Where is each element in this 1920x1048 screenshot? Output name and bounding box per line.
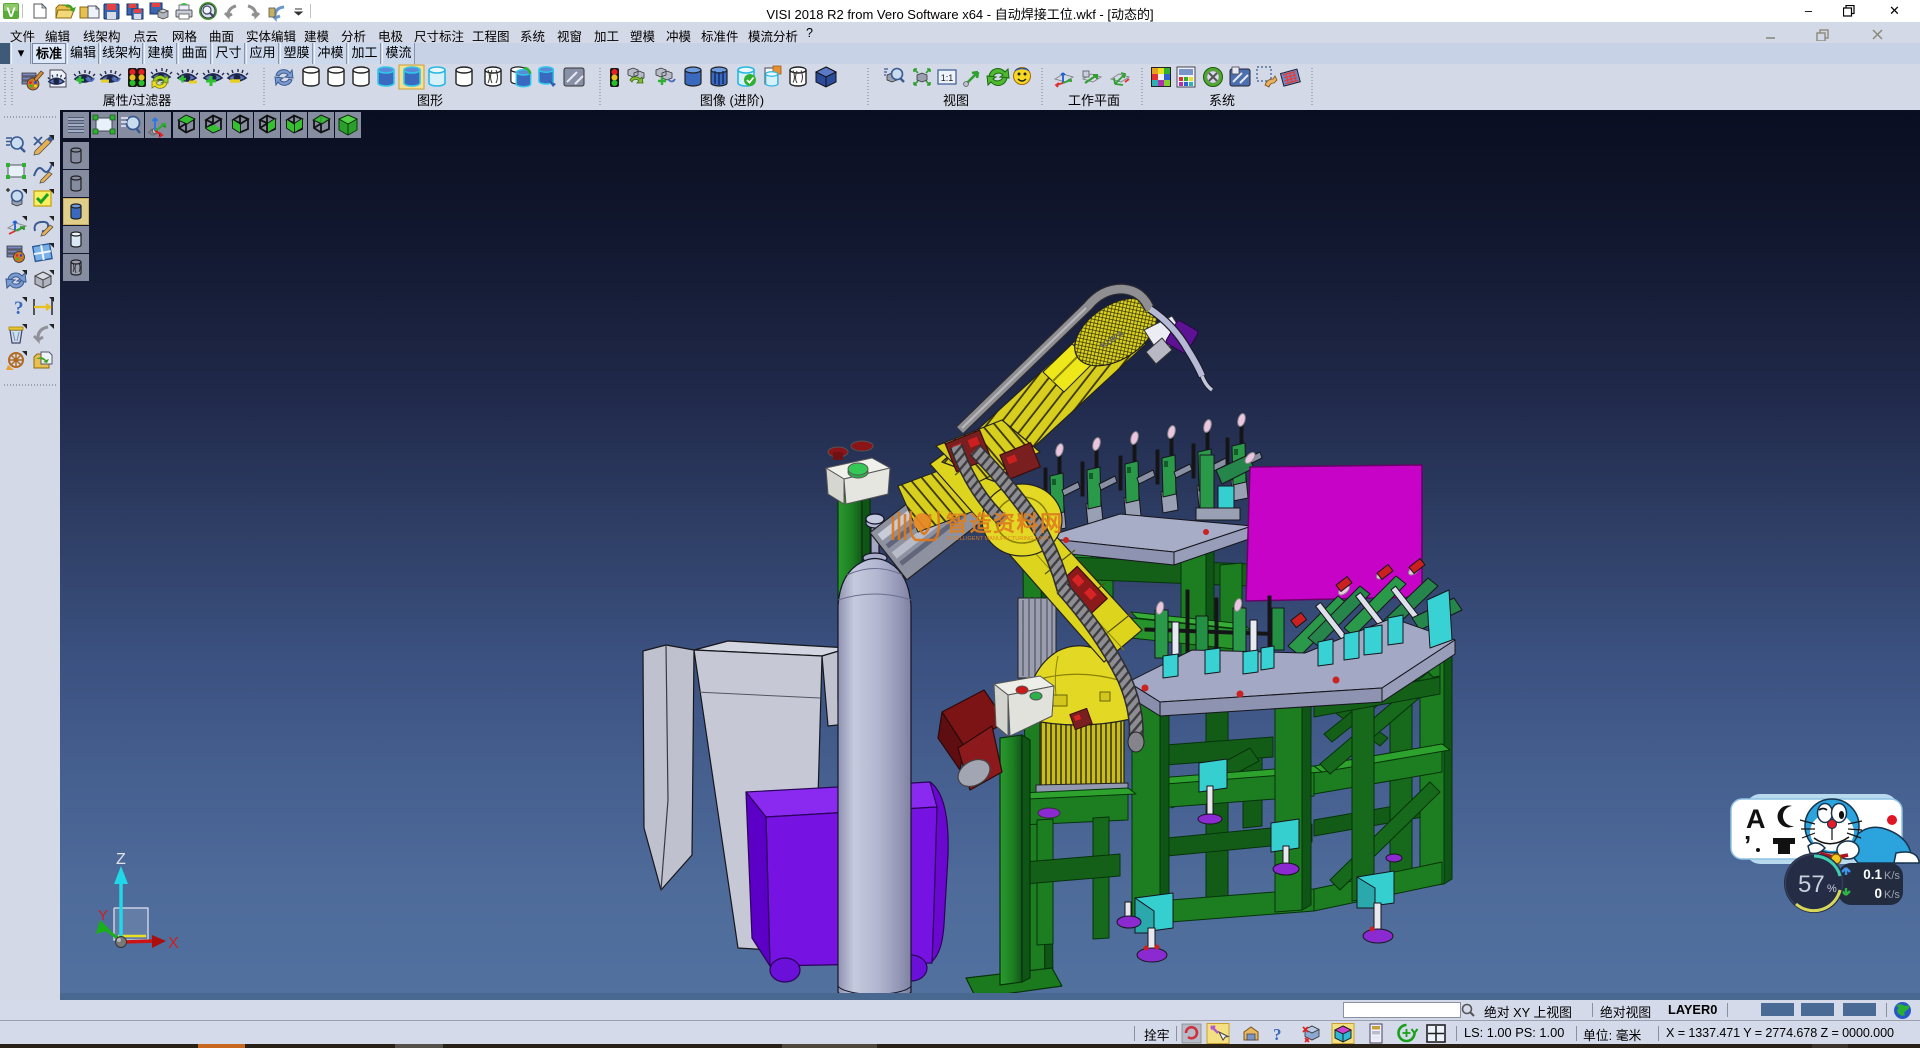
svg-text:工作平面: 工作平面 <box>1068 93 1120 108</box>
svg-text:?: ? <box>1273 1025 1282 1044</box>
svg-text:K/s: K/s <box>1884 870 1900 882</box>
svg-text:1:1: 1:1 <box>941 73 954 83</box>
svg-text:’: ’ <box>1744 830 1751 860</box>
svg-text:图像 (进阶): 图像 (进阶) <box>700 93 764 108</box>
svg-text:0: 0 <box>1874 886 1882 901</box>
svg-text:X: X <box>168 935 179 952</box>
svg-text:K/s: K/s <box>1884 889 1900 901</box>
svg-text:属性/过滤器: 属性/过滤器 <box>103 93 172 108</box>
svg-text:0.1: 0.1 <box>1863 867 1882 882</box>
svg-text:图形: 图形 <box>417 93 443 108</box>
svg-text:%: % <box>1827 883 1837 895</box>
svg-text:智造资料网: 智造资料网 <box>946 511 1064 536</box>
svg-text:Y: Y <box>98 907 108 924</box>
svg-text:57: 57 <box>1798 871 1825 898</box>
svg-text:Z: Z <box>116 851 126 868</box>
svg-text:V: V <box>6 4 16 20</box>
svg-text:系统: 系统 <box>1209 93 1235 108</box>
svg-text:视图: 视图 <box>943 93 969 108</box>
svg-text:INTELLIGENT MANUFACTURING DATA: INTELLIGENT MANUFACTURING DATA <box>947 536 1049 542</box>
svg-text:?: ? <box>14 298 24 319</box>
